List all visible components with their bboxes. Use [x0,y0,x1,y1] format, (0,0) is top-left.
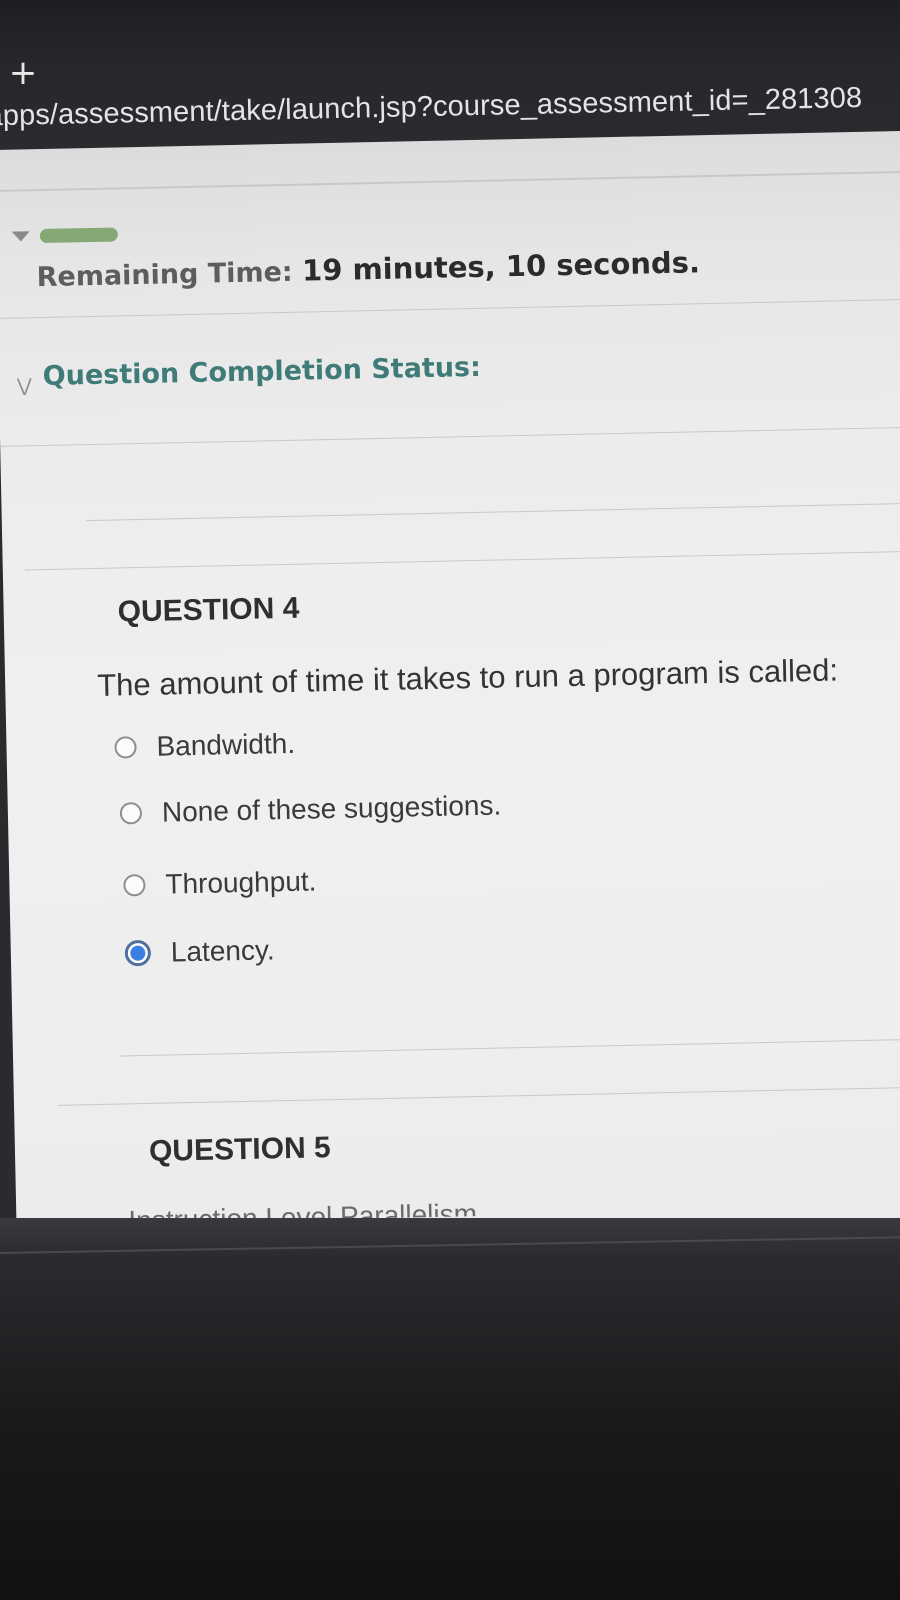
remaining-time: Remaining Time: 19 minutes, 10 seconds. [36,245,700,293]
divider [24,550,900,571]
double-chevron-down-icon[interactable]: ⋁ [17,375,32,396]
question-4-text: The amount of time it takes to run a pro… [96,652,839,703]
option-bandwidth[interactable]: Bandwidth. [114,724,295,768]
collapse-triangle-icon[interactable] [11,231,30,242]
browser-tab-strip: + [0,0,900,90]
divider [85,502,900,522]
option-label: None of these suggestions. [161,789,502,828]
progress-bar-fill [39,227,118,244]
question-5-title: QUESTION 5 [148,1131,332,1168]
photo-screen: + apps/assessment/take/launch.jsp?course… [0,0,900,1600]
option-label: Latency. [170,934,275,968]
divider [0,426,900,447]
divider [0,298,900,319]
laptop-bezel [0,1218,900,1600]
new-tab-plus-icon[interactable]: + [8,56,38,90]
remaining-time-value: 19 minutes, 10 seconds. [301,245,701,288]
radio-button[interactable] [119,802,143,825]
assessment-page: Remaining Time: 19 minutes, 10 seconds. … [0,130,900,1240]
radio-button[interactable] [123,873,146,897]
option-label: Bandwidth. [156,727,296,762]
option-label: Throughput. [165,865,317,900]
option-latency[interactable]: Latency. [124,930,275,973]
radio-button[interactable] [114,736,137,759]
remaining-time-label: Remaining Time: [36,256,294,294]
option-none-of-these[interactable]: None of these suggestions. [119,786,502,834]
progress-bar [39,227,118,244]
question-4-title: QUESTION 4 [117,591,300,629]
address-bar-url: apps/assessment/take/launch.jsp?course_a… [0,81,863,133]
question-completion-status-toggle[interactable]: Question Completion Status: [42,352,481,392]
header-divider [0,170,900,192]
radio-button-selected[interactable] [124,939,152,967]
divider [118,1038,900,1057]
divider [58,1086,900,1106]
option-throughput[interactable]: Throughput. [123,861,317,905]
